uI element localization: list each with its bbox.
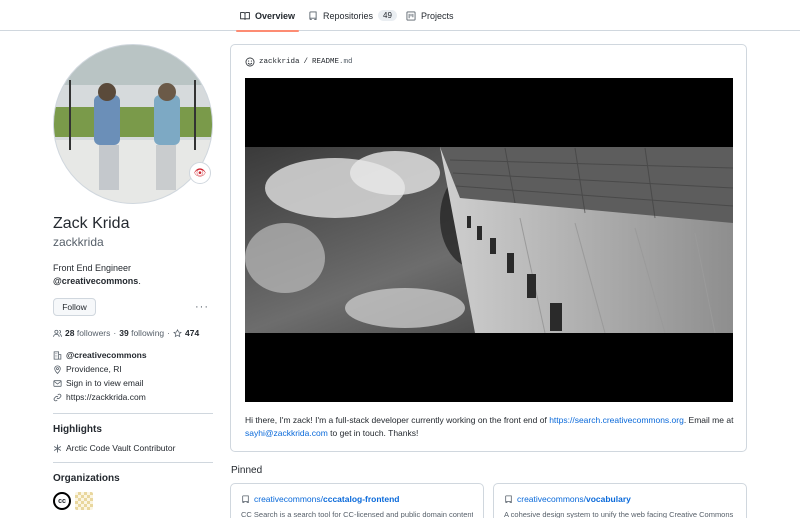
- stars-count[interactable]: 474: [185, 328, 199, 338]
- cc-search-link[interactable]: https://search.creativecommons.org: [549, 415, 684, 425]
- highlight-item[interactable]: Arctic Code Vault Contributor: [53, 443, 213, 453]
- avatar-photo: [54, 45, 212, 203]
- company-link[interactable]: @creativecommons: [66, 348, 147, 362]
- pinned-repo-link[interactable]: creativecommons/cccatalog-frontend: [241, 494, 473, 504]
- pinned-repo-card: creativecommons/cccatalog-frontend CC Se…: [230, 483, 484, 518]
- profile-username: zackkrida: [53, 235, 104, 249]
- profile-tab-bar: Overview Repositories 49 Projects: [0, 0, 800, 32]
- avatar-container: 👁: [53, 44, 213, 204]
- bio-line: Front End Engineer: [53, 263, 132, 273]
- pinned-repo-description: A cohesive design system to unify the we…: [504, 510, 734, 518]
- creativecommons-org-avatar[interactable]: cc: [53, 492, 71, 510]
- book-icon: [240, 11, 250, 20]
- tab-projects[interactable]: Projects: [406, 0, 454, 31]
- pinned-repo-name: vocabulary: [585, 494, 631, 504]
- sidebar-divider: [53, 413, 213, 414]
- organization-icon: [53, 350, 62, 360]
- repo-icon: [242, 494, 249, 503]
- project-icon: [406, 11, 416, 20]
- pinned-repo-owner: creativecommons: [517, 494, 584, 504]
- website-link[interactable]: https://zackkrida.com: [66, 390, 146, 404]
- website-item: https://zackkrida.com: [53, 390, 213, 404]
- email-link[interactable]: sayhi@zackkrida.com: [245, 428, 328, 438]
- readme-owner-link[interactable]: zackkrida: [259, 58, 300, 66]
- people-icon: [53, 329, 62, 337]
- follow-stats: 28 followers · 39 following · 474: [53, 328, 213, 338]
- email-item: Sign in to view email: [53, 376, 213, 390]
- stats-separator: ·: [113, 328, 117, 338]
- following-count: 39: [119, 328, 129, 338]
- star-icon: [173, 328, 182, 337]
- pinned-repo-description: CC Search is a search tool for CC-licens…: [241, 510, 473, 518]
- readme-file-link[interactable]: README.md: [312, 58, 353, 66]
- stats-separator: ·: [167, 328, 170, 338]
- location-item: Providence, RI: [53, 362, 213, 376]
- pinned-title: Pinned: [231, 465, 263, 476]
- follow-button[interactable]: Follow: [53, 298, 96, 316]
- profile-fullname: Zack Krida: [53, 215, 130, 232]
- tab-repositories-label: Repositories: [323, 10, 374, 21]
- readme-file-name: README: [312, 58, 340, 66]
- sidebar-divider: [53, 462, 213, 463]
- second-org-avatar[interactable]: [75, 492, 93, 510]
- tab-overview[interactable]: Overview: [235, 0, 300, 32]
- pinned-repo-name: cccatalog-frontend: [322, 494, 400, 504]
- arctic-vault-icon: [53, 444, 62, 452]
- location-icon: [54, 365, 61, 374]
- banner-photo: [245, 78, 733, 402]
- smiley-icon: [245, 57, 255, 67]
- profile-bio: Front End Engineer @creativecommons.: [53, 262, 213, 288]
- followers-count: 28: [65, 328, 75, 338]
- organizations-list: cc: [53, 492, 213, 510]
- readme-text-part: to get in touch. Thanks!: [327, 427, 419, 438]
- followers-label: followers: [76, 328, 111, 338]
- readme-text-part: . Email me at: [683, 415, 734, 425]
- bio-org-link[interactable]: @creativecommons: [53, 276, 138, 286]
- avatar[interactable]: [53, 44, 213, 204]
- readme-paragraph: Hi there, I'm zack! I'm a full-stack dev…: [245, 414, 735, 439]
- tab-overview-label: Overview: [255, 10, 296, 21]
- following-label: following: [131, 328, 165, 338]
- readme-path-slash: /: [303, 58, 309, 66]
- eye-emoji-icon: 👁: [193, 167, 207, 179]
- bio-suffix: .: [138, 276, 141, 286]
- profile-readme: zackkrida / README.md Hi there, I'm zack…: [230, 44, 747, 452]
- profile-details: @creativecommons Providence, RI Sign in …: [53, 348, 213, 404]
- pinned-repo-owner: creativecommons: [254, 494, 321, 504]
- status-emoji-button[interactable]: 👁: [189, 162, 211, 184]
- location-text: Providence, RI: [66, 364, 122, 374]
- mail-icon: [53, 379, 62, 387]
- email-signin-link[interactable]: Sign in to view email: [66, 376, 143, 390]
- highlights-title: Highlights: [53, 424, 102, 435]
- following-link[interactable]: 39 following: [119, 328, 164, 338]
- more-options-icon[interactable]: ···: [195, 301, 213, 313]
- follow-row: Follow ···: [53, 298, 213, 316]
- repo-icon: [505, 494, 512, 503]
- cc-logo-icon: cc: [58, 497, 66, 505]
- highlight-label: Arctic Code Vault Contributor: [66, 443, 176, 453]
- repo-icon: [309, 11, 317, 20]
- repositories-count-badge: 49: [378, 10, 397, 21]
- bio-org-line: @creativecommons.: [53, 275, 213, 288]
- profile-sidebar: 👁 Zack Krida zackkrida Front End Enginee…: [53, 44, 213, 510]
- readme-text-part: Hi there, I'm zack! I'm a full-stack dev…: [245, 415, 550, 425]
- link-icon: [53, 393, 62, 401]
- readme-header: zackkrida / README.md: [245, 57, 353, 67]
- organizations-title: Organizations: [53, 473, 120, 484]
- company-item: @creativecommons: [53, 348, 213, 362]
- tab-projects-label: Projects: [421, 10, 454, 21]
- pinned-repo-card: creativecommons/vocabulary A cohesive de…: [493, 483, 747, 518]
- readme-file-ext: .md: [339, 58, 353, 66]
- pinned-repo-link[interactable]: creativecommons/vocabulary: [504, 494, 736, 504]
- followers-link[interactable]: 28 followers: [65, 328, 110, 338]
- tab-repositories[interactable]: Repositories 49: [308, 0, 397, 31]
- readme-banner-image: [245, 78, 733, 402]
